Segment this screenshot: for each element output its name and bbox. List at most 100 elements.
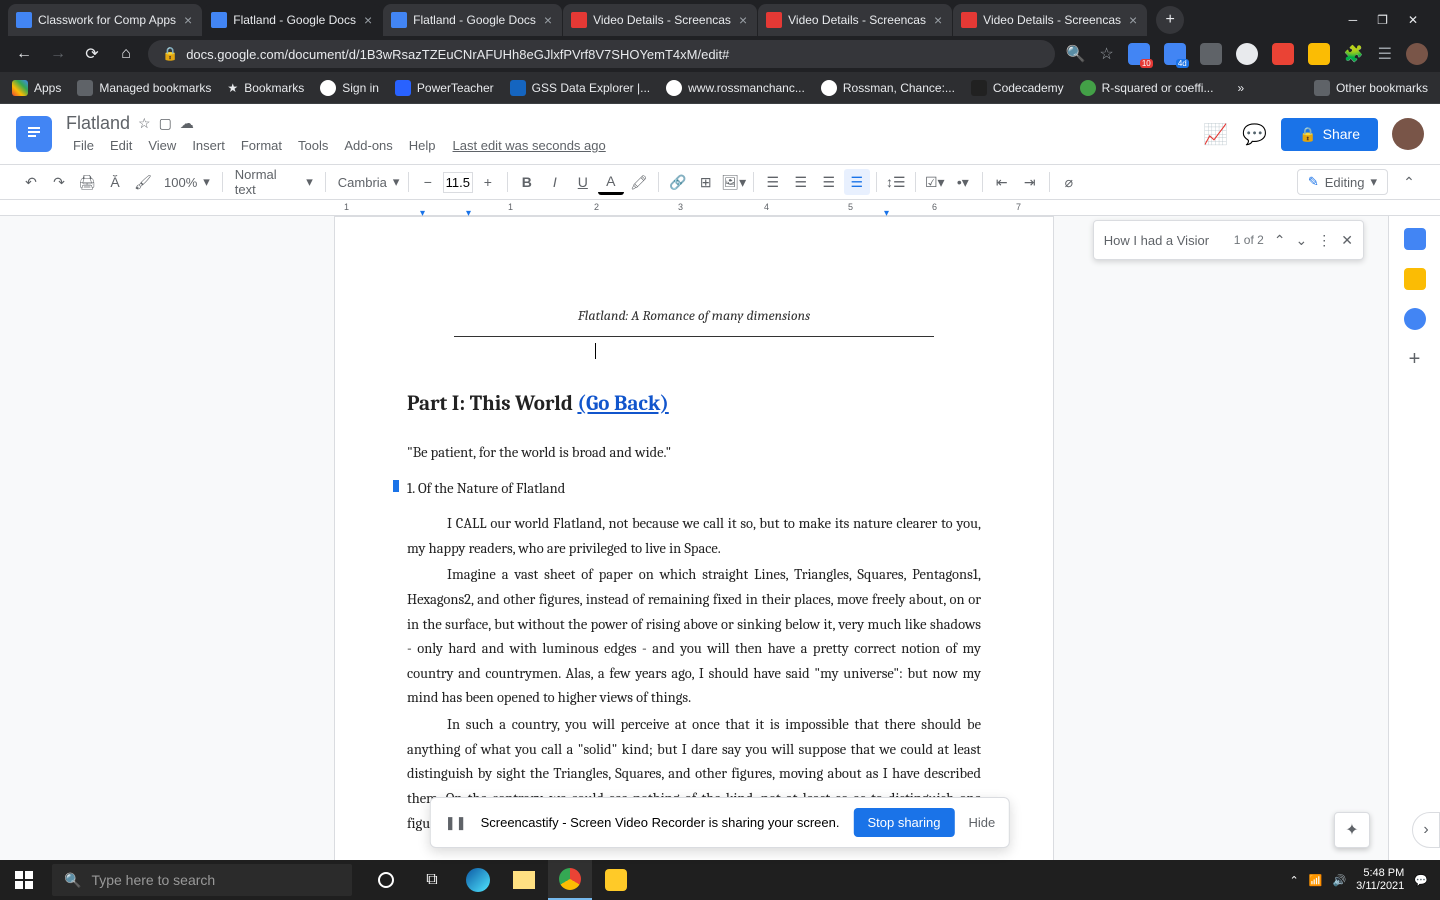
zoom-icon[interactable]: 🔍 [1065, 44, 1085, 64]
extension-icon[interactable] [1236, 43, 1258, 65]
bookmark-item[interactable]: GSS Data Explorer |... [510, 80, 651, 96]
activity-icon[interactable]: 📈 [1203, 122, 1228, 147]
star-icon[interactable]: ☆ [138, 115, 151, 132]
clock[interactable]: 5:48 PM 3/11/2021 [1356, 867, 1404, 893]
browser-tab[interactable]: Classwork for Comp Apps× [8, 4, 202, 36]
page-header[interactable]: Flatland: A Romance of many dimensions [454, 307, 934, 337]
heading-part[interactable]: Part I: This World (Go Back) [407, 387, 981, 423]
menu-format[interactable]: Format [234, 136, 289, 155]
align-justify-button[interactable]: ☰ [844, 169, 870, 195]
menu-help[interactable]: Help [402, 136, 443, 155]
start-button[interactable] [0, 860, 48, 900]
find-input[interactable] [1104, 233, 1224, 248]
decrease-indent-button[interactable]: ⇤ [989, 169, 1015, 195]
other-bookmarks[interactable]: Other bookmarks [1314, 80, 1428, 96]
align-left-button[interactable]: ☰ [760, 169, 786, 195]
highlight-button[interactable]: 🖍 [626, 169, 652, 195]
close-icon[interactable]: × [1127, 12, 1139, 28]
bookmark-item[interactable]: Codecademy [971, 80, 1064, 96]
browser-tab[interactable]: Video Details - Screencas× [758, 4, 952, 36]
notifications-icon[interactable]: 💬 [1414, 874, 1428, 887]
font-size-input[interactable] [443, 172, 473, 193]
side-panel-expand[interactable]: › [1412, 812, 1440, 848]
bookmark-item[interactable]: PowerTeacher [395, 80, 494, 96]
volume-icon[interactable]: 🔊 [1332, 874, 1346, 887]
home-button[interactable]: ⌂ [114, 45, 138, 63]
reading-list-icon[interactable]: ☰ [1378, 44, 1392, 64]
align-right-button[interactable]: ☰ [816, 169, 842, 195]
new-tab-button[interactable]: + [1156, 6, 1184, 34]
menu-file[interactable]: File [66, 136, 101, 155]
body-text[interactable]: "Be patient, for the world is broad and … [407, 441, 981, 466]
decrease-font-button[interactable]: − [415, 169, 441, 195]
extension-icon[interactable]: 4d [1164, 43, 1186, 65]
extension-icon[interactable] [1200, 43, 1222, 65]
add-on-plus-icon[interactable]: + [1404, 348, 1426, 370]
text-color-button[interactable]: A [598, 169, 624, 195]
browser-tab[interactable]: Video Details - Screencas× [953, 4, 1147, 36]
style-select[interactable]: Normal text▾ [229, 167, 319, 197]
tasks-icon[interactable] [1404, 308, 1426, 330]
cloud-icon[interactable]: ☁ [180, 115, 194, 132]
menu-insert[interactable]: Insert [185, 136, 232, 155]
close-icon[interactable]: × [932, 12, 944, 28]
paint-format-button[interactable]: 🖌 [130, 169, 156, 195]
bookmark-item[interactable]: ★Bookmarks [227, 81, 304, 95]
find-close-button[interactable]: ✕ [1341, 232, 1353, 249]
file-explorer-icon[interactable] [502, 860, 546, 900]
insert-comment-button[interactable]: ⊞ [693, 169, 719, 195]
spellcheck-button[interactable]: Ă [102, 169, 128, 195]
menu-view[interactable]: View [141, 136, 183, 155]
extension-icon[interactable] [1272, 43, 1294, 65]
comments-icon[interactable]: 💬 [1242, 122, 1267, 147]
undo-button[interactable]: ↶ [18, 169, 44, 195]
reload-button[interactable]: ⟳ [80, 44, 104, 64]
task-view-icon[interactable]: ⧉ [410, 860, 454, 900]
back-button[interactable]: ← [12, 45, 36, 63]
close-icon[interactable]: × [362, 12, 374, 28]
close-window-icon[interactable]: ✕ [1408, 13, 1418, 27]
last-edit-link[interactable]: Last edit was seconds ago [453, 138, 606, 153]
edge-icon[interactable] [456, 860, 500, 900]
bookmark-item[interactable]: Rossman, Chance:... [821, 80, 955, 96]
bold-button[interactable]: B [514, 169, 540, 195]
bookmark-overflow[interactable]: » [1237, 81, 1244, 95]
move-icon[interactable]: ▢ [159, 115, 172, 132]
find-prev-button[interactable]: ⌃ [1274, 232, 1286, 249]
print-button[interactable]: 🖨 [74, 169, 100, 195]
bookmark-item[interactable]: Managed bookmarks [77, 80, 211, 96]
account-avatar[interactable] [1392, 118, 1424, 150]
insert-image-button[interactable]: 🖼▾ [721, 169, 747, 195]
bookmark-item[interactable]: Sign in [320, 80, 379, 96]
url-field[interactable]: 🔒 docs.google.com/document/d/1B3wRsazTZE… [148, 40, 1055, 68]
ruler[interactable]: 1 ▾ ▾ 1 2 3 4 5 ▾ 6 7 [0, 200, 1440, 216]
bookmark-item[interactable]: R-squared or coeffi... [1080, 80, 1214, 96]
font-select[interactable]: Cambria▾ [332, 174, 402, 190]
editing-mode-select[interactable]: ✎ Editing ▾ [1297, 169, 1388, 195]
menu-tools[interactable]: Tools [291, 136, 335, 155]
close-icon[interactable]: × [542, 12, 554, 28]
close-icon[interactable]: × [737, 12, 749, 28]
redo-button[interactable]: ↷ [46, 169, 72, 195]
increase-font-button[interactable]: + [475, 169, 501, 195]
insert-link-button[interactable]: 🔗 [665, 169, 691, 195]
explore-button[interactable]: ✦ [1334, 812, 1370, 848]
bulleted-list-button[interactable]: •▾ [950, 169, 976, 195]
chrome-icon[interactable] [548, 860, 592, 900]
maximize-icon[interactable]: ❐ [1377, 13, 1388, 27]
apps-shortcut[interactable]: Apps [12, 80, 61, 96]
bookmark-item[interactable]: www.rossmanchanc... [666, 80, 805, 96]
find-next-button[interactable]: ⌄ [1296, 232, 1308, 249]
keep-icon[interactable] [1404, 268, 1426, 290]
cortana-icon[interactable] [364, 860, 408, 900]
document-title[interactable]: Flatland [66, 113, 130, 134]
collapse-toolbar-button[interactable]: ⌃ [1396, 169, 1422, 195]
find-more-button[interactable]: ⋮ [1317, 232, 1331, 249]
star-icon[interactable]: ☆ [1099, 44, 1113, 64]
taskbar-search[interactable]: 🔍 Type here to search [52, 864, 352, 896]
menu-edit[interactable]: Edit [103, 136, 139, 155]
calendar-icon[interactable] [1404, 228, 1426, 250]
checklist-button[interactable]: ☑▾ [922, 169, 948, 195]
stop-sharing-button[interactable]: Stop sharing [853, 808, 954, 837]
extensions-icon[interactable]: 🧩 [1344, 44, 1364, 64]
